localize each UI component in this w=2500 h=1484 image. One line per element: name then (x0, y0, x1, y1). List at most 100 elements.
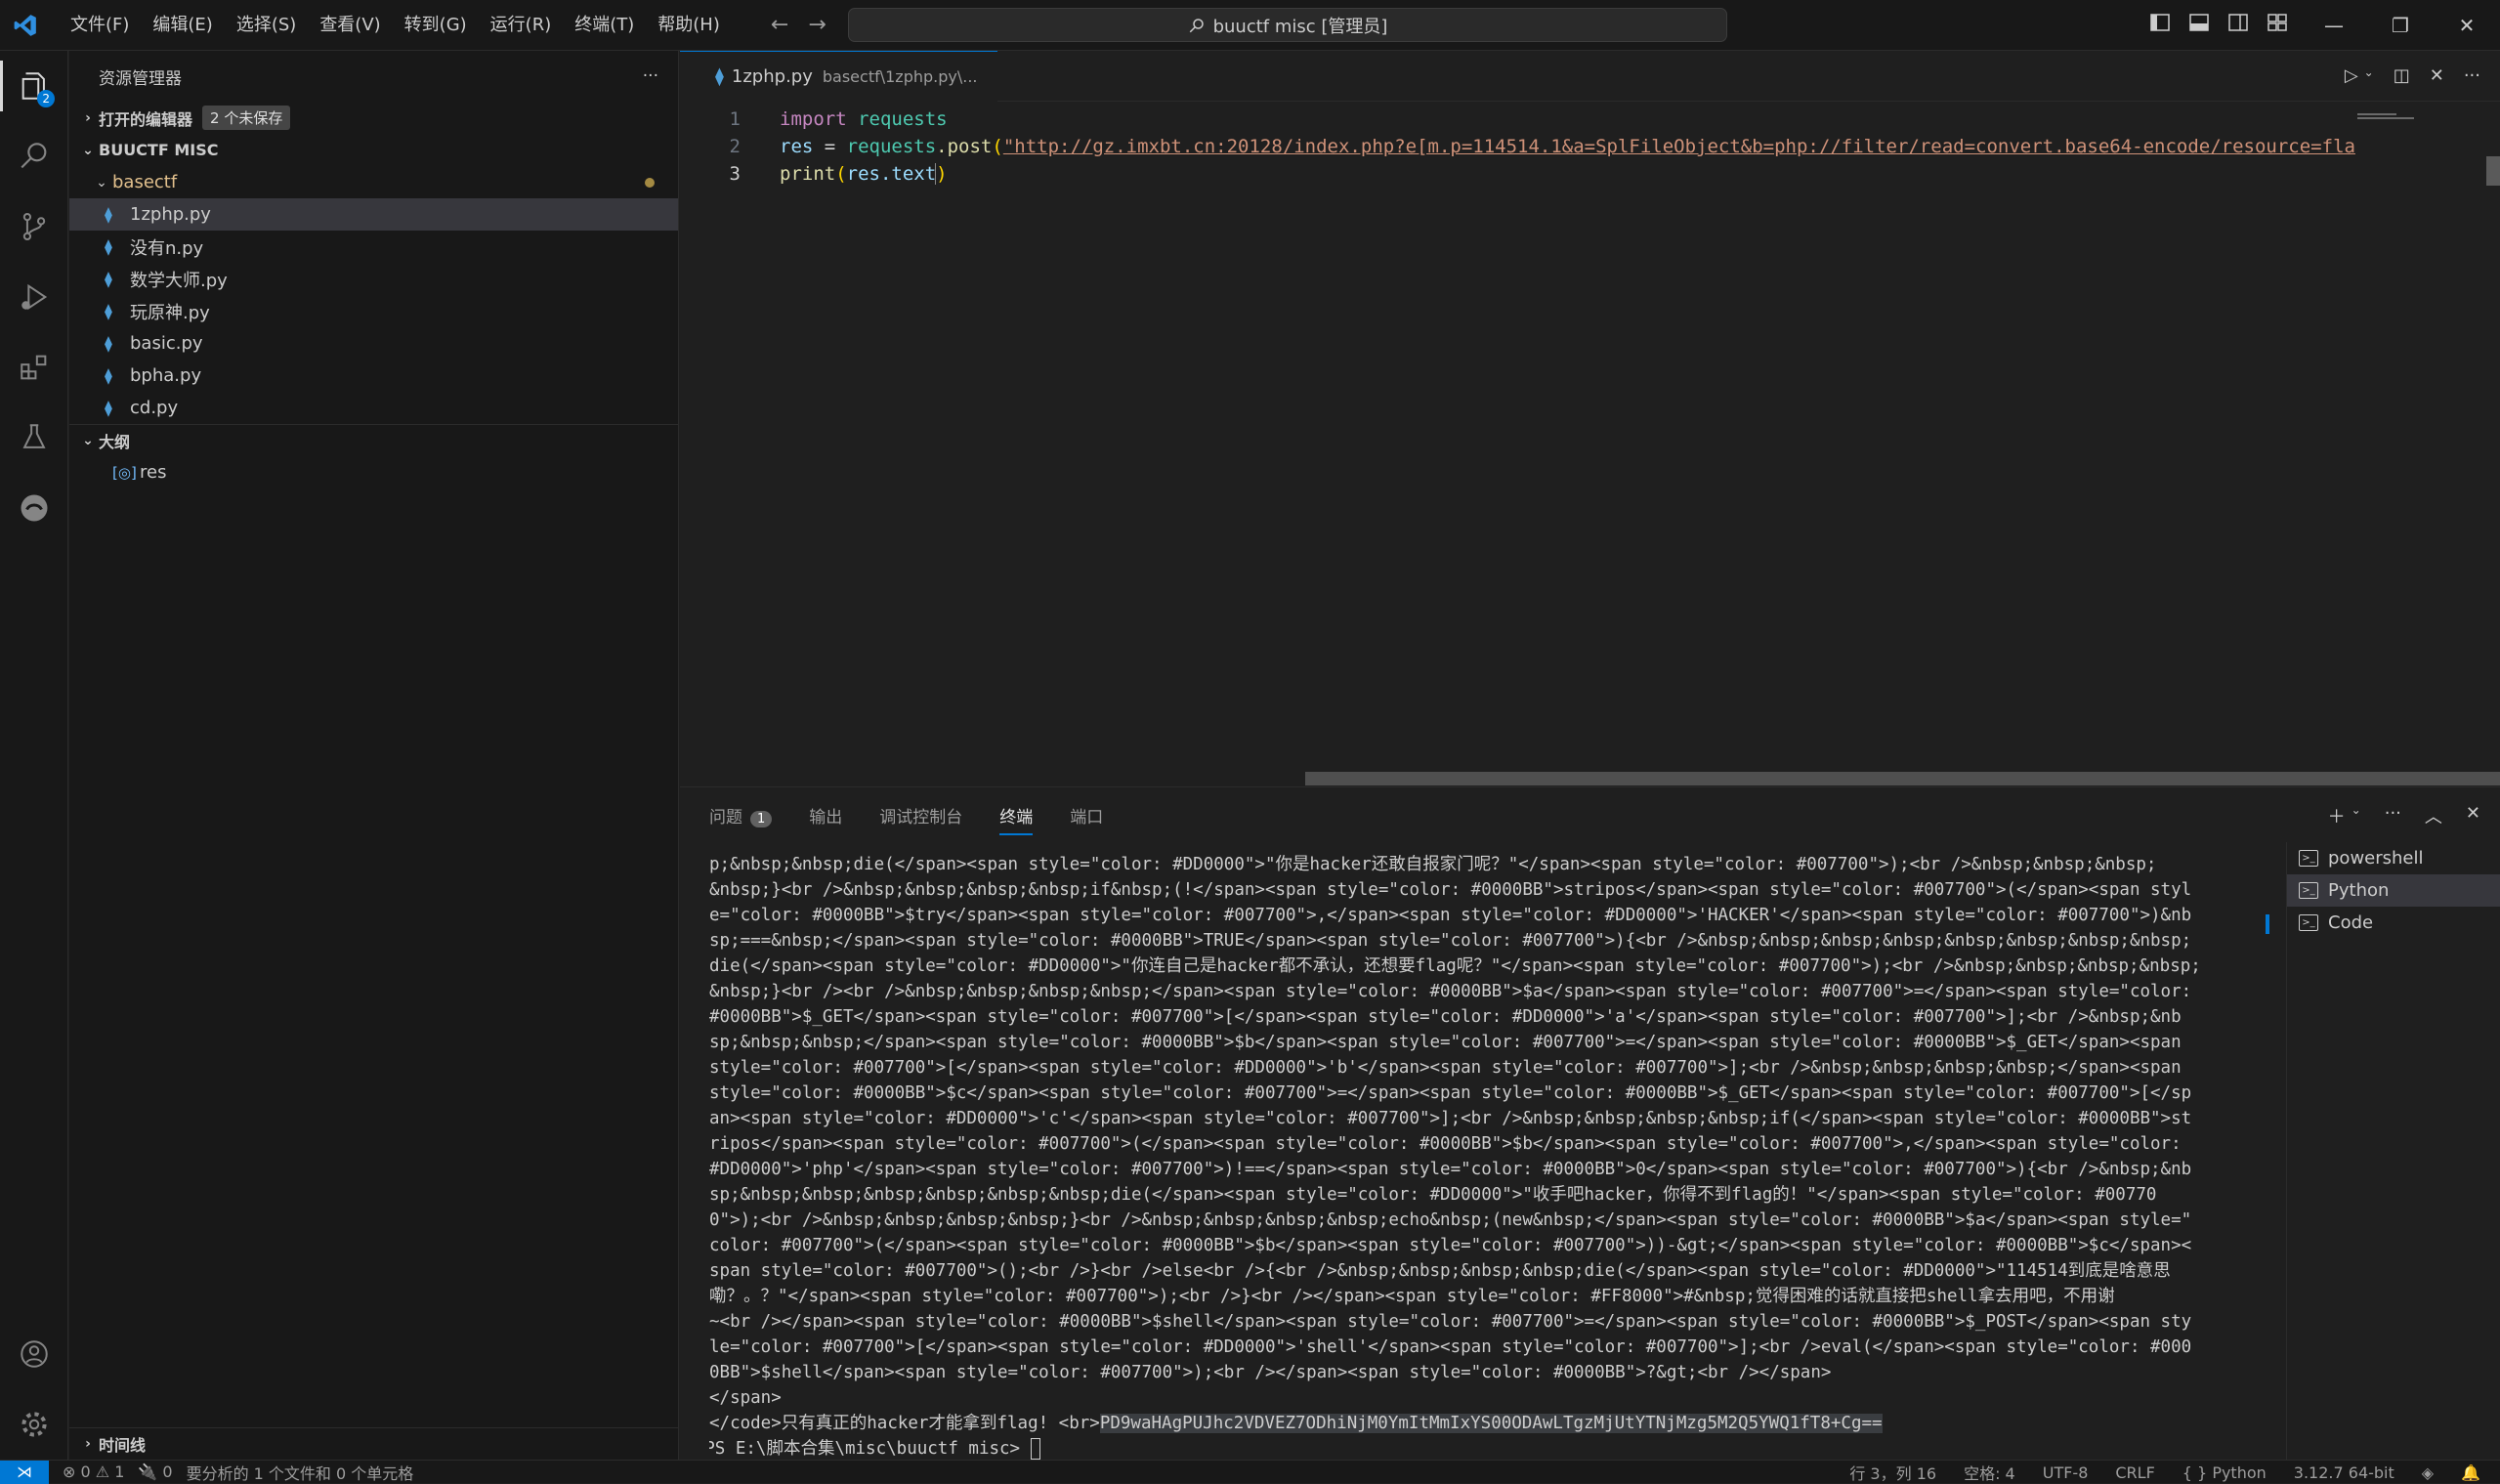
language-mode[interactable]: { } Python (2182, 1463, 2267, 1482)
minimap[interactable] (2357, 102, 2416, 785)
title-bar: 文件(F) 编辑(E) 选择(S) 查看(V) 转到(G) 运行(R) 终端(T… (0, 0, 2500, 51)
chevron-down-icon[interactable]: ⌄ (2364, 65, 2374, 86)
menu-terminal[interactable]: 终端(T) (563, 0, 646, 51)
layout-controls (2149, 12, 2288, 33)
close-panel-icon[interactable]: ✕ (2466, 803, 2480, 828)
more-actions-icon[interactable]: ··· (2464, 65, 2480, 86)
python-interpreter[interactable]: 3.12.7 64-bit (2294, 1463, 2394, 1482)
source-control-icon[interactable] (0, 191, 68, 262)
menu-edit[interactable]: 编辑(E) (141, 0, 224, 51)
terminal-line: &nbsp;}<br /><br />&nbsp;&nbsp;&nbsp;&nb… (709, 982, 2192, 1001)
tab-output[interactable]: 输出 (809, 803, 842, 827)
token-module: requests (858, 108, 948, 130)
workspace-label: BUUCTF MISC (99, 141, 219, 159)
flag-base64: PD9waHAgPUJhc2VDVEZ7ODhiNjM0YmItMmIxYS00… (1099, 1414, 1883, 1433)
python-file-icon: ⧫ (105, 366, 112, 385)
copilot-icon[interactable]: ◈ (2422, 1463, 2434, 1482)
terminal-line: style="color: #007700">[</span><span sty… (709, 1058, 2182, 1078)
token-bracket: ) (935, 163, 948, 185)
settings-gear-icon[interactable] (0, 1389, 68, 1460)
tab-ports[interactable]: 端口 (1070, 803, 1103, 827)
tab-1zphp[interactable]: ⧫ 1zphp.py basectf\1zphp.py\... (680, 50, 997, 102)
terminal-output[interactable]: p;&nbsp;&nbsp;die(</span><span style="co… (709, 852, 2292, 1462)
file-item[interactable]: ⧫ 玩原神.py (69, 295, 678, 327)
menu-file[interactable]: 文件(F) (59, 0, 141, 51)
new-terminal-icon[interactable]: ＋ (2328, 803, 2346, 828)
problems-status[interactable]: ⊗ 0 ⚠ 1 (63, 1463, 124, 1481)
command-center-search[interactable]: buuctf misc [管理员] (848, 8, 1727, 42)
open-editors-section[interactable]: › 打开的编辑器 2 个未保存 (69, 102, 678, 134)
tab-debug-console[interactable]: 调试控制台 (879, 803, 962, 827)
menu-help[interactable]: 帮助(H) (646, 0, 732, 51)
more-actions-icon[interactable]: ··· (643, 66, 658, 86)
toggle-panel-icon[interactable] (2188, 12, 2210, 33)
toggle-sidebar-icon[interactable] (2149, 12, 2171, 33)
tab-terminal[interactable]: 终端 (999, 803, 1034, 835)
file-item[interactable]: ⧫ 1zphp.py (69, 198, 678, 231)
terminal-item[interactable]: >_ Python (2287, 874, 2500, 907)
file-item[interactable]: ⧫ cd.py (69, 392, 678, 424)
terminal-line: sp;&nbsp;&nbsp;&nbsp;&nbsp;&nbsp;&nbsp;d… (709, 1185, 2157, 1205)
back-arrow-icon[interactable]: ← (771, 13, 788, 37)
more-actions-icon[interactable]: ··· (2385, 803, 2401, 828)
ports-status[interactable]: 🔌 0 (138, 1463, 172, 1481)
maximize-panel-icon[interactable]: ︿ (2425, 803, 2442, 828)
terminal-line: e="color: #0000BB">$try</span><span styl… (709, 906, 2192, 925)
file-item[interactable]: ⧫ 没有n.py (69, 231, 678, 263)
token-keyword: import (780, 108, 847, 130)
search-view-icon[interactable] (0, 121, 68, 191)
explorer-icon[interactable]: 2 (0, 51, 68, 121)
chevron-right-icon: › (85, 109, 91, 126)
outline-item[interactable]: [◎] res (69, 456, 678, 488)
file-item[interactable]: ⧫ basic.py (69, 327, 678, 360)
python-file-icon: ⧫ (105, 399, 112, 417)
testing-flask-icon[interactable] (0, 403, 68, 473)
minimize-icon[interactable]: — (2301, 0, 2367, 51)
code-view[interactable]: 1 import requests 2 res = requests.post(… (680, 106, 2360, 188)
editor-actions: ▷ ⌄ ◫ ✕ ··· (2345, 65, 2480, 86)
chevron-down-icon: ⌄ (82, 433, 94, 448)
terminal-item[interactable]: >_ Code (2287, 907, 2500, 939)
chevron-down-icon[interactable]: ⌄ (2352, 803, 2361, 828)
menu-view[interactable]: 查看(V) (308, 0, 392, 51)
file-item[interactable]: ⧫ 数学大师.py (69, 263, 678, 295)
command-center-label: buuctf misc [管理员] (1212, 16, 1388, 37)
menu-selection[interactable]: 选择(S) (225, 0, 308, 51)
terminal-line: #0000BB">$_GET</span><span style="color:… (709, 1007, 2182, 1027)
terminal-item[interactable]: >_ powershell (2287, 842, 2500, 874)
remote-indicator-icon[interactable]: ⋊ (0, 1460, 49, 1484)
restore-icon[interactable]: ❐ (2367, 0, 2434, 51)
forward-arrow-icon[interactable]: → (808, 13, 826, 37)
close-window-icon[interactable]: ✕ (2434, 0, 2500, 51)
toggle-secondary-sidebar-icon[interactable] (2227, 12, 2249, 33)
accounts-icon[interactable] (0, 1319, 68, 1389)
file-item[interactable]: ⧫ bpha.py (69, 360, 678, 392)
run-file-icon[interactable]: ▷ (2345, 65, 2358, 86)
extensions-icon[interactable] (0, 332, 68, 403)
timeline-section[interactable]: › 时间线 (69, 1427, 678, 1460)
token-operator: = (813, 136, 847, 157)
close-icon[interactable]: ✕ (2430, 65, 2444, 86)
folder-basectf[interactable]: ⌄ basectf (69, 166, 678, 198)
terminal-item-label: Code (2328, 912, 2374, 933)
notifications-bell-icon[interactable]: 🔔 (2461, 1463, 2480, 1482)
split-editor-icon[interactable]: ◫ (2394, 65, 2410, 86)
panel-tabs: 问题 1 输出 调试控制台 终端 端口 (680, 787, 2500, 842)
cursor-position[interactable]: 行 3，列 16 (1849, 1461, 1936, 1484)
indentation[interactable]: 空格: 4 (1964, 1461, 2015, 1484)
remote-explorer-icon[interactable] (0, 473, 68, 543)
outline-label: 大纲 (99, 433, 131, 451)
analysis-status[interactable]: 要分析的 1 个文件和 0 个单元格 (187, 1461, 414, 1484)
outline-section[interactable]: ⌄ 大纲 (69, 424, 678, 456)
customize-layout-icon[interactable] (2267, 12, 2288, 33)
menu-go[interactable]: 转到(G) (393, 0, 479, 51)
run-debug-icon[interactable] (0, 262, 68, 332)
workspace-section[interactable]: ⌄ BUUCTF MISC (69, 134, 678, 166)
tab-problems[interactable]: 问题 1 (709, 803, 773, 827)
editor-vertical-scrollbar[interactable] (2486, 156, 2500, 186)
line-ending[interactable]: CRLF (2115, 1463, 2154, 1482)
encoding[interactable]: UTF-8 (2043, 1463, 2089, 1482)
editor-horizontal-scrollbar[interactable] (1305, 772, 2500, 785)
menu-run[interactable]: 运行(R) (479, 0, 564, 51)
token-function: .post (936, 136, 993, 157)
